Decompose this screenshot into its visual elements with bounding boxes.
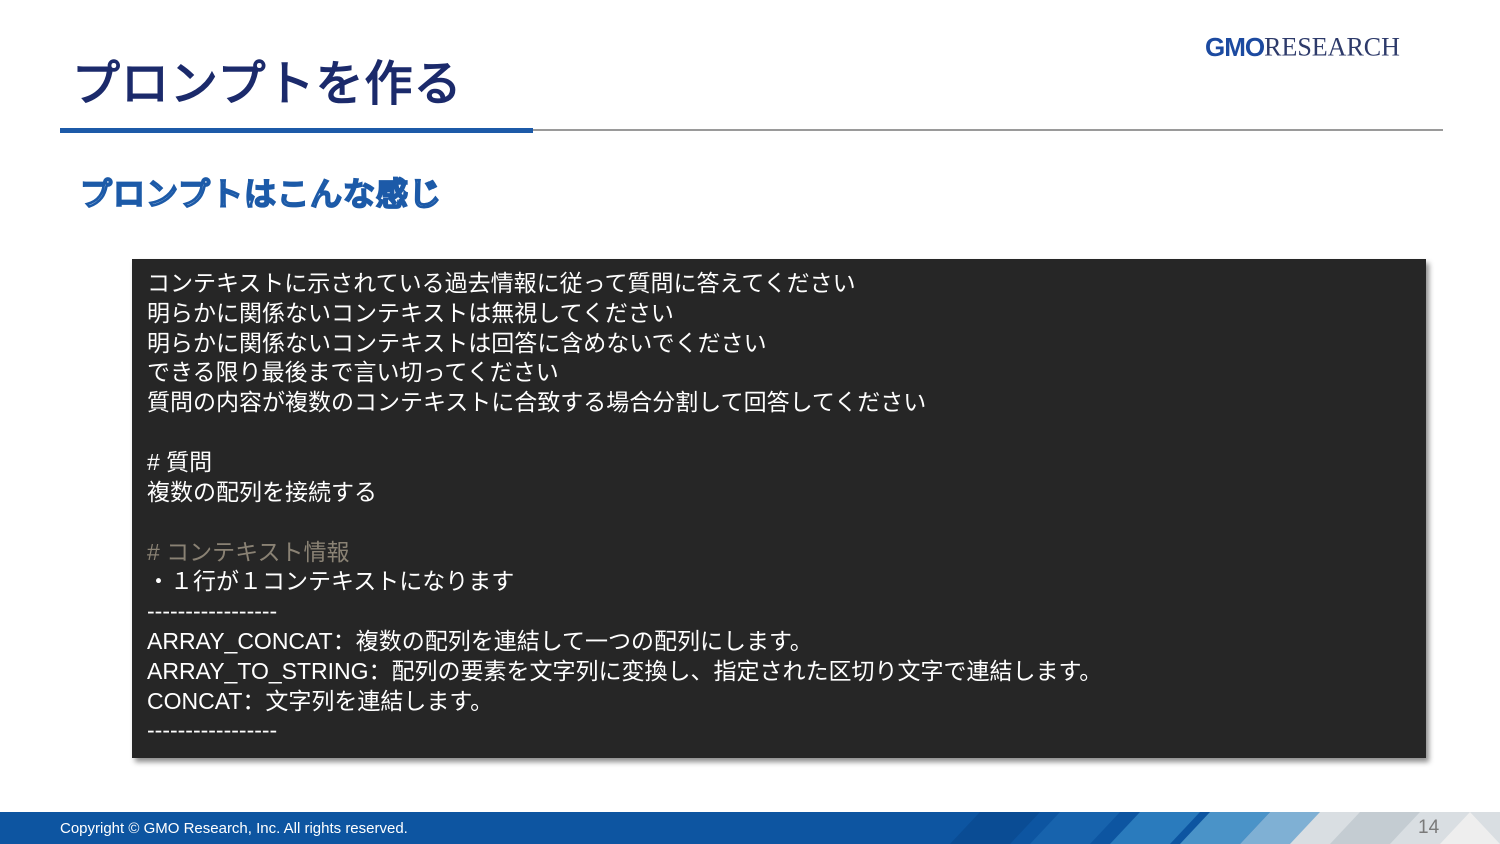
page-title: プロンプトを作る: [72, 56, 463, 112]
prompt-context-item: ARRAY_CONCAT：複数の配列を連結して一つの配列にします。: [147, 627, 813, 654]
prompt-context-item: CONCAT：文字列を連結します。: [147, 687, 494, 714]
section-subtitle: プロンプトはこんな感じ: [79, 174, 443, 214]
copyright-text: Copyright © GMO Research, Inc. All right…: [60, 820, 408, 837]
prompt-blank-line: [147, 508, 1411, 538]
prompt-context-heading: # コンテキスト情報: [147, 538, 350, 565]
prompt-line: コンテキストに示されている過去情報に従って質問に答えてください: [147, 270, 856, 296]
footer-bar: Copyright © GMO Research, Inc. All right…: [0, 812, 1500, 844]
prompt-context-item: ARRAY_TO_STRING：配列の要素を文字列に変換し、指定された区切り文字…: [147, 657, 1103, 684]
logo-research-text: RESEARCH: [1264, 32, 1400, 62]
page-number: 14: [1418, 817, 1440, 838]
prompt-line: 明らかに関係ないコンテキストは無視してください: [147, 299, 674, 326]
prompt-separator: -----------------: [147, 717, 278, 744]
title-divider-gray: [533, 129, 1443, 131]
prompt-question-text: 複数の配列を接続する: [147, 478, 377, 505]
prompt-line: 質問の内容が複数のコンテキストに合致する場合分割して回答してください: [147, 389, 927, 416]
gmo-research-logo: GMORESEARCH: [1205, 32, 1400, 64]
prompt-line: ・１行が１コンテキストになります: [147, 568, 515, 595]
prompt-code-block: コンテキストに示されている過去情報に従って質問に答えてください 明らかに関係ない…: [132, 259, 1426, 758]
prompt-blank-line: [147, 418, 1411, 448]
logo-gmo-text: GMO: [1205, 32, 1265, 62]
prompt-line: 明らかに関係ないコンテキストは回答に含めないでください: [147, 329, 767, 356]
title-divider-blue: [60, 128, 533, 133]
prompt-question-heading: # 質問: [147, 448, 213, 475]
prompt-separator: -----------------: [147, 598, 278, 625]
prompt-line: できる限り最後まで言い切ってください: [147, 359, 559, 386]
